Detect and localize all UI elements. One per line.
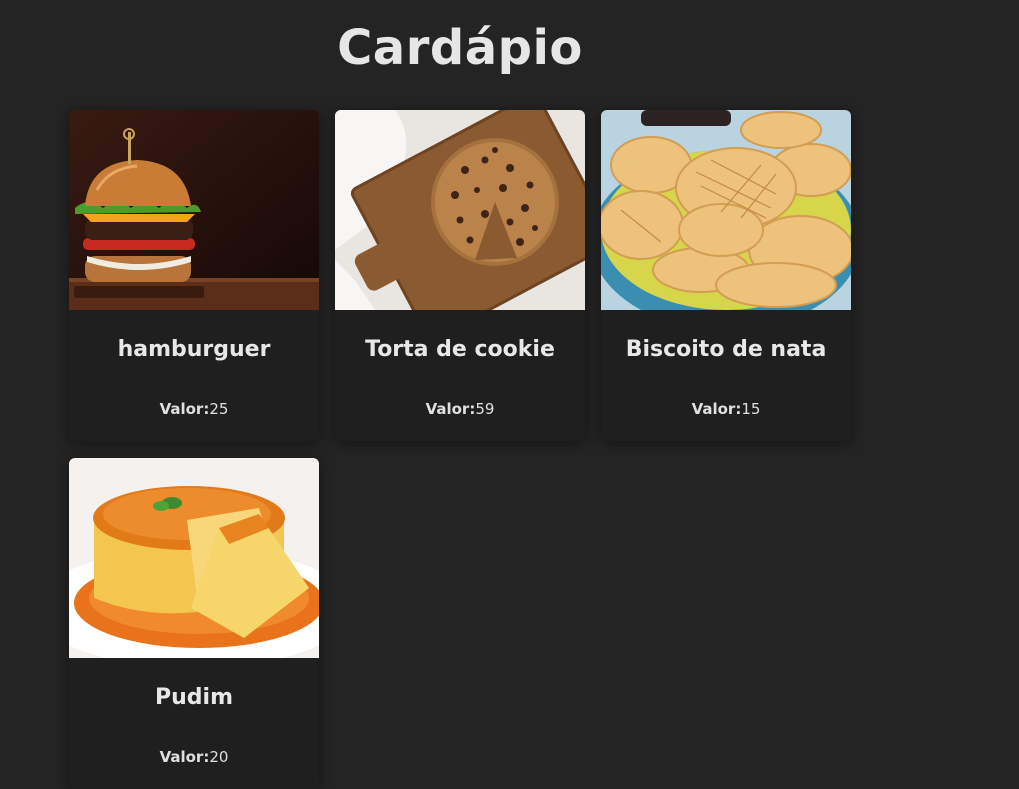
menu-grid: hamburguer Valor:25 Torta de cookie Valo… bbox=[69, 110, 851, 789]
page-title: Cardápio bbox=[337, 20, 583, 76]
card-name: Pudim bbox=[155, 685, 233, 710]
cookie-pie-photo bbox=[335, 110, 585, 310]
card-price: Valor:15 bbox=[601, 400, 851, 418]
price-label: Valor: bbox=[159, 400, 210, 418]
price-value: 20 bbox=[209, 748, 229, 766]
card-name: Biscoito de nata bbox=[625, 337, 827, 362]
card-name: hamburguer bbox=[117, 337, 271, 362]
menu-card-hamburguer[interactable]: hamburguer Valor:25 bbox=[69, 110, 319, 441]
card-price: Valor:59 bbox=[335, 400, 585, 418]
price-value: 25 bbox=[209, 400, 229, 418]
card-price: Valor:25 bbox=[69, 400, 319, 418]
price-value: 15 bbox=[741, 400, 761, 418]
menu-card-biscoito-de-nata[interactable]: Biscoito de nata Valor:15 bbox=[601, 110, 851, 441]
pudding-photo bbox=[69, 458, 319, 658]
price-value: 59 bbox=[475, 400, 495, 418]
card-price: Valor:20 bbox=[69, 748, 319, 766]
price-label: Valor: bbox=[159, 748, 210, 766]
card-name: Torta de cookie bbox=[365, 337, 555, 362]
menu-card-pudim[interactable]: Pudim Valor:20 bbox=[69, 458, 319, 789]
price-label: Valor: bbox=[425, 400, 476, 418]
menu-card-torta-de-cookie[interactable]: Torta de cookie Valor:59 bbox=[335, 110, 585, 441]
hamburger-photo bbox=[69, 110, 319, 310]
price-label: Valor: bbox=[691, 400, 742, 418]
cream-biscuits-photo bbox=[601, 110, 851, 310]
